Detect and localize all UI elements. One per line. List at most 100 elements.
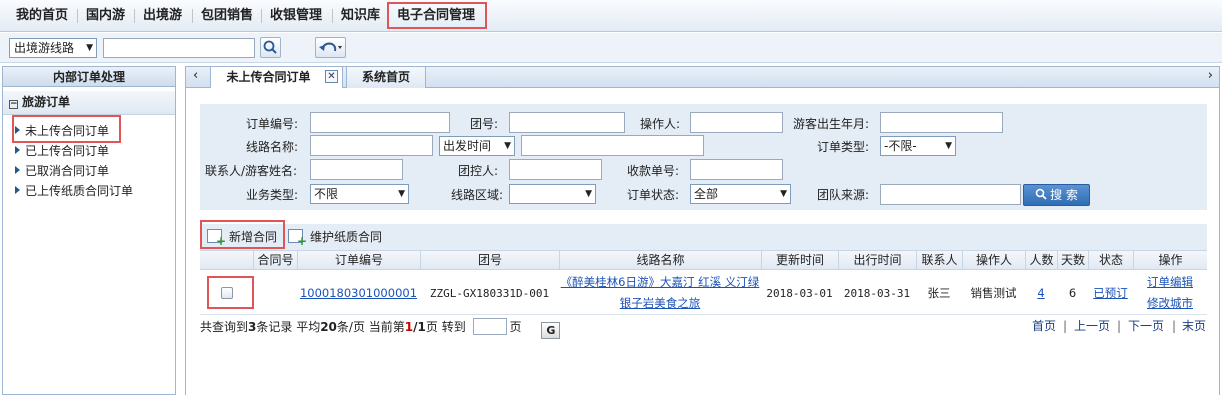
close-icon[interactable]: ✕ <box>325 70 338 83</box>
depart-select-value: 出发时间 <box>443 139 492 153</box>
controller-label: 团控人: <box>458 164 499 178</box>
triangle-right-icon <box>15 146 20 154</box>
top-nav: 我的首页 国内游 出境游 包团销售 收银管理 知识库 电子合同管理 <box>0 0 1222 32</box>
sidebar-header: 内部订单处理 <box>3 67 175 87</box>
col-people: 人数 <box>1025 251 1057 270</box>
controller-input[interactable] <box>509 159 602 180</box>
chevron-down-icon: ▼ <box>585 189 592 199</box>
receipt-label: 收款单号: <box>627 164 680 178</box>
operator-cell: 销售测试 <box>970 286 1017 300</box>
triangle-right-icon <box>15 186 20 194</box>
sidebar-group-label: 旅游订单 <box>22 95 71 109</box>
goto-page-button[interactable]: G <box>541 322 561 339</box>
chevron-down-icon: ▼ <box>86 43 93 53</box>
col-action: 操作 <box>1133 251 1207 270</box>
maintain-paper-contract-button[interactable]: 维护纸质合同 <box>310 229 382 245</box>
pager-text: 条记录 平均 <box>256 320 321 334</box>
status-select[interactable]: 全部 ▼ <box>690 184 791 204</box>
pager: 共查询到3条记录 平均20条/页 当前第1/1页 转到 页 G 首页 | 上一页… <box>200 318 1207 339</box>
tab-scroll-right-icon[interactable]: › <box>1208 68 1213 83</box>
nav-outbound[interactable]: 出境游 <box>143 7 182 25</box>
pager-text: 条/页 当前第 <box>336 320 405 334</box>
order-type-select[interactable]: -不限- ▼ <box>880 136 956 156</box>
pager-separator: | <box>1172 319 1177 333</box>
nav-divider <box>261 9 262 23</box>
order-no-cell: 1000180301000001 <box>297 271 420 315</box>
collapse-icon[interactable]: − <box>9 100 18 109</box>
area-select[interactable]: ▼ <box>509 184 596 204</box>
contact-label: 联系人/游客姓名: <box>205 164 298 178</box>
col-status: 状态 <box>1088 251 1133 270</box>
modify-city-link[interactable]: 修改城市 <box>1147 293 1193 314</box>
contact-input[interactable] <box>310 159 403 180</box>
nav-home[interactable]: 我的首页 <box>16 7 68 25</box>
current-page: 1 <box>404 320 414 334</box>
highlight-box <box>200 220 285 249</box>
last-page-link[interactable]: 末页 <box>1182 318 1206 334</box>
highlight-box <box>207 276 254 309</box>
table-header: 合同号 订单编号 团号 线路名称 更新时间 出行时间 联系人 操作人 人数 天数… <box>200 250 1207 270</box>
tab-unuploaded-orders[interactable]: 未上传合同订单 ✕ <box>210 66 343 88</box>
search-button-label: 搜 索 <box>1050 188 1078 202</box>
sidebar-item-uploaded[interactable]: 已上传合同订单 <box>15 143 109 159</box>
undo-icon <box>319 42 342 52</box>
people-link[interactable]: 4 <box>1037 286 1044 300</box>
nav-knowledge[interactable]: 知识库 <box>341 7 380 25</box>
prev-page-link[interactable]: 上一页 <box>1074 318 1110 334</box>
col-operator: 操作人 <box>962 251 1025 270</box>
depart-time-select[interactable]: 出发时间 ▼ <box>439 136 515 156</box>
receipt-input[interactable] <box>690 159 783 180</box>
sidebar-item-paper-uploaded[interactable]: 已上传纸质合同订单 <box>15 183 133 199</box>
route-input[interactable] <box>310 135 433 156</box>
first-page-link[interactable]: 首页 <box>1032 318 1056 334</box>
source-input[interactable] <box>880 184 1021 205</box>
col-travel-time: 出行时间 <box>838 251 916 270</box>
nav-group-sales[interactable]: 包团销售 <box>201 7 253 25</box>
status-label: 订单状态: <box>627 188 680 202</box>
tab-bar: ‹ 未上传合同订单 ✕ 系统首页 › <box>185 66 1220 88</box>
order-type-value: -不限- <box>884 139 917 153</box>
update-time-cell: 2018-03-01 <box>766 286 833 300</box>
nav-cashier[interactable]: 收银管理 <box>270 7 322 25</box>
biz-type-label: 业务类型: <box>246 188 299 202</box>
contact-cell: 张三 <box>927 286 951 300</box>
tab-scroll-left-icon[interactable]: ‹ <box>193 68 198 83</box>
quick-search-input[interactable] <box>103 38 255 58</box>
source-label: 团队来源: <box>817 188 870 202</box>
chevron-down-icon: ▼ <box>504 141 511 151</box>
order-no-label: 订单编号: <box>246 117 299 131</box>
group-no-input[interactable] <box>509 112 625 133</box>
status-link[interactable]: 已预订 <box>1093 285 1128 301</box>
sidebar-item-label: 已取消合同订单 <box>25 164 110 178</box>
depart-time-input[interactable] <box>521 135 704 156</box>
sidebar-group-tour-orders[interactable]: − 旅游订单 <box>3 91 175 115</box>
next-page-link[interactable]: 下一页 <box>1128 318 1164 334</box>
nav-domestic[interactable]: 国内游 <box>86 7 125 25</box>
col-group-no: 团号 <box>420 251 559 270</box>
sidebar-item-cancelled[interactable]: 已取消合同订单 <box>15 163 109 179</box>
undo-menu-button[interactable] <box>315 37 346 58</box>
contract-no-cell <box>253 271 297 315</box>
sidebar-item-label: 已上传合同订单 <box>25 144 110 158</box>
operator-input[interactable] <box>690 112 783 133</box>
route-type-select[interactable]: 出境游线路 ▼ <box>9 38 97 58</box>
biz-type-select[interactable]: 不限 ▼ <box>310 184 409 204</box>
route-name-link-cont[interactable]: 银子岩美食之旅 <box>620 293 701 314</box>
days-cell: 6 <box>1068 286 1077 300</box>
order-no-input[interactable] <box>310 112 450 133</box>
goto-page-input[interactable] <box>472 318 507 335</box>
route-name-link[interactable]: 《醉美桂林6日游》大嘉汀 红溪 义汀绿 <box>561 272 760 293</box>
search-submit-button[interactable]: 搜 索 <box>1023 184 1090 206</box>
search-button[interactable] <box>260 37 281 58</box>
birth-input[interactable] <box>880 112 1003 133</box>
magnifier-icon <box>1035 188 1047 200</box>
tab-system-home[interactable]: 系统首页 <box>346 66 426 88</box>
search-icon <box>263 40 277 54</box>
nav-divider <box>77 9 78 23</box>
pager-text: 页 转到 <box>425 320 466 334</box>
biz-type-value: 不限 <box>314 187 339 201</box>
status-value: 全部 <box>694 187 719 201</box>
edit-order-link[interactable]: 订单编辑 <box>1147 272 1193 293</box>
order-no-link[interactable]: 1000180301000001 <box>300 286 417 300</box>
action-cell: 订单编辑 修改城市 <box>1133 271 1207 315</box>
